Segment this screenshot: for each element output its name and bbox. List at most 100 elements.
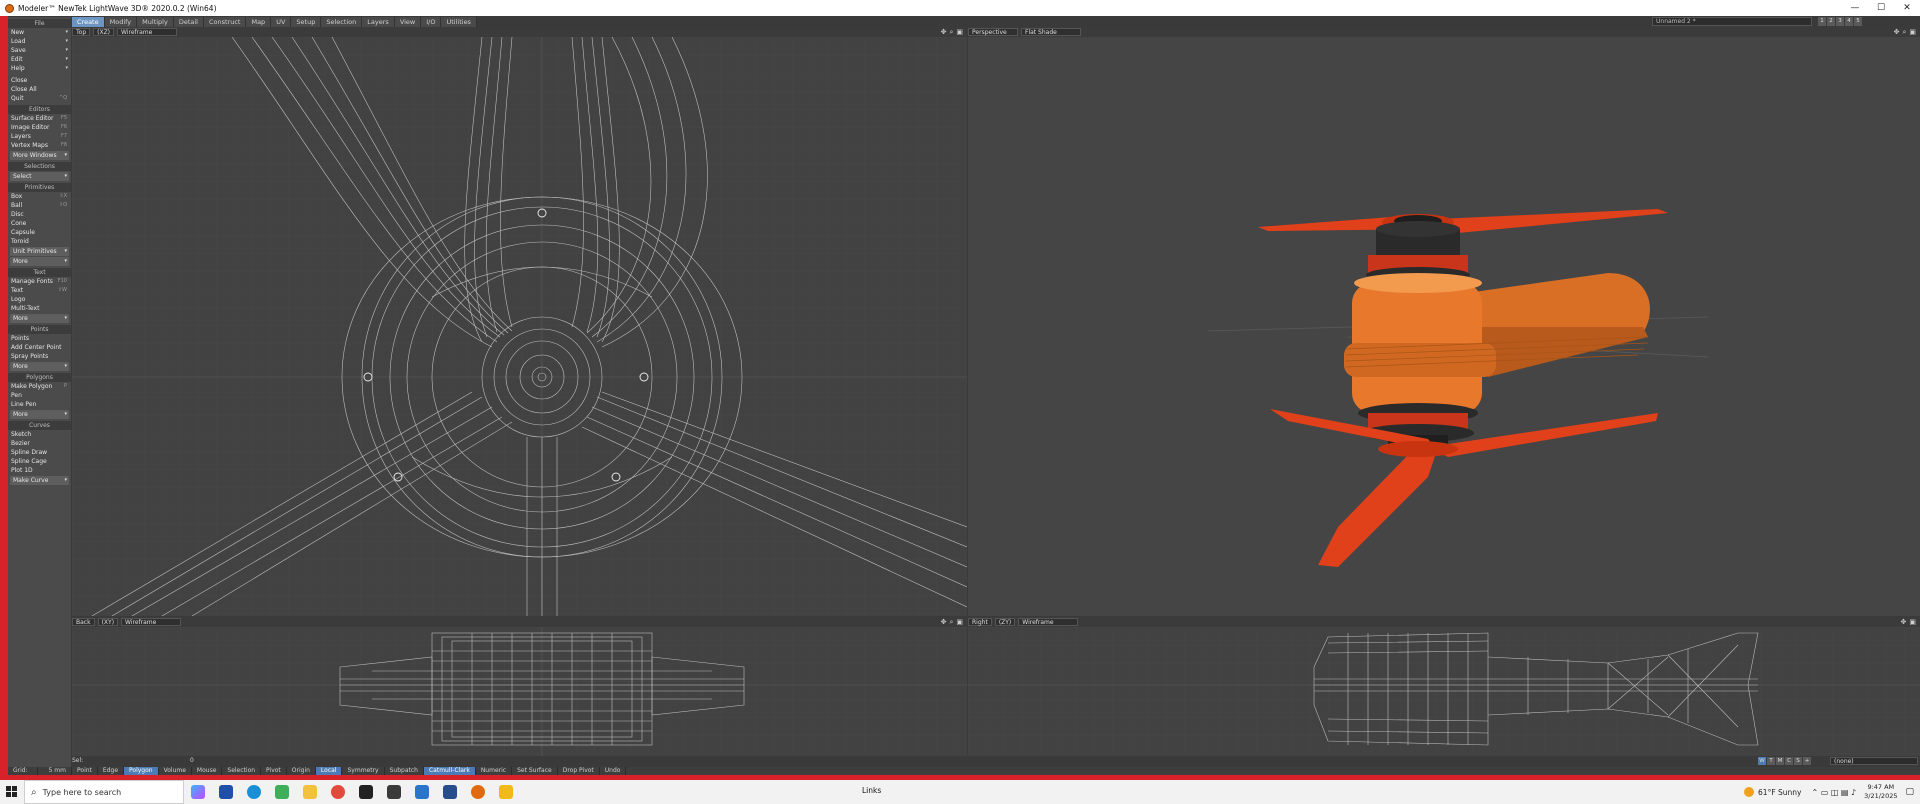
maximize-viewport-icon[interactable]: ▣ (956, 28, 963, 36)
viewport-perspective[interactable]: Perspective Flat Shade ✥ ⌕ ▣ (968, 27, 1920, 616)
view-type-select[interactable]: Right (968, 618, 992, 626)
layer-button-1[interactable]: 1 (1818, 17, 1826, 26)
start-button[interactable] (0, 780, 24, 804)
more-primitives-dropdown[interactable]: More ▾ (10, 257, 69, 266)
maximize-viewport-icon[interactable]: ▣ (1909, 28, 1916, 36)
tool-close[interactable]: Close (8, 76, 71, 85)
tool-add-center-point[interactable]: Add Center Point (8, 343, 71, 352)
tool-spline-draw[interactable]: Spline Draw (8, 448, 71, 457)
tool-layers[interactable]: Layers F7 (8, 132, 71, 141)
mode-pivot[interactable]: Pivot (261, 767, 287, 775)
tab-map[interactable]: Map (246, 17, 272, 27)
axes-select[interactable]: (XZ) (93, 28, 115, 36)
tool-edit[interactable]: Edit ▾ (8, 55, 71, 64)
layer-button-4[interactable]: 4 (1845, 17, 1853, 26)
move-view-icon[interactable]: ✥ (941, 28, 947, 36)
tool-disc[interactable]: Disc (8, 210, 71, 219)
mode-subpatch[interactable]: Subpatch (385, 767, 424, 775)
move-view-icon[interactable]: ✥ (941, 618, 947, 626)
tool-text[interactable]: Text ⇧W (8, 286, 71, 295)
mode-mouse[interactable]: Mouse (192, 767, 223, 775)
tool-spray-points[interactable]: Spray Points (8, 352, 71, 361)
edge-browser-icon[interactable] (240, 780, 268, 804)
maximize-viewport-icon[interactable]: ▣ (1909, 618, 1916, 626)
layer-button-2[interactable]: 2 (1827, 17, 1835, 26)
mode-drop-pivot[interactable]: Drop Pivot (558, 767, 600, 775)
zoom-icon[interactable]: ⌕ (1902, 28, 1906, 36)
mode-numeric[interactable]: Numeric (476, 767, 513, 775)
more-points-dropdown[interactable]: More ▾ (10, 362, 69, 371)
view-button-w[interactable]: W (1758, 757, 1766, 765)
close-button[interactable]: ✕ (1894, 0, 1920, 16)
render-mode-select[interactable]: Flat Shade (1021, 28, 1081, 36)
zoom-icon[interactable]: ⌕ (949, 618, 953, 626)
lightwave-modeler-taskbar-icon[interactable] (464, 780, 492, 804)
make-curve-dropdown[interactable]: Make Curve ▾ (10, 476, 69, 485)
tool-logo[interactable]: Logo (8, 295, 71, 304)
view-button-t[interactable]: T (1767, 757, 1775, 765)
tool-points[interactable]: Points (8, 334, 71, 343)
mode-polygon[interactable]: Polygon (124, 767, 159, 775)
more-text-dropdown[interactable]: More ▾ (10, 314, 69, 323)
more-polygons-dropdown[interactable]: More ▾ (10, 410, 69, 419)
move-view-icon[interactable]: ✥ (1894, 28, 1900, 36)
file-explorer-icon[interactable] (296, 780, 324, 804)
tool-sketch[interactable]: Sketch (8, 430, 71, 439)
view-type-select[interactable]: Top (72, 28, 91, 36)
tool-multi-text[interactable]: Multi-Text (8, 304, 71, 313)
tab-create[interactable]: Create (72, 17, 105, 27)
surface-selector[interactable]: (none) (1830, 757, 1918, 765)
tool-surface-editor[interactable]: Surface Editor F5 (8, 114, 71, 123)
app-icon-blue[interactable] (408, 780, 436, 804)
select-dropdown[interactable]: Select ▾ (10, 172, 69, 181)
viewport-canvas[interactable] (968, 37, 1920, 616)
tool-image-editor[interactable]: Image Editor F6 (8, 123, 71, 132)
viewport-canvas[interactable] (72, 627, 967, 756)
taskbar-search[interactable]: ⌕ Type here to search (24, 780, 184, 804)
tool-make-polygon[interactable]: Make Polygon P (8, 382, 71, 391)
tab-i-o[interactable]: I/O (421, 17, 442, 27)
tool-load[interactable]: Load ▾ (8, 37, 71, 46)
app-icon-yellow[interactable] (492, 780, 520, 804)
render-mode-select[interactable]: Wireframe (117, 28, 178, 36)
unity-icon[interactable] (352, 780, 380, 804)
tool-quit[interactable]: Quit ^Q (8, 94, 71, 103)
weather-text[interactable]: 61°F Sunny (1758, 788, 1801, 797)
view-button-m[interactable]: M (1776, 757, 1784, 765)
tab-view[interactable]: View (394, 17, 422, 27)
notes-app-icon[interactable] (268, 780, 296, 804)
unit-primitives-dropdown[interactable]: Unit Primitives ▾ (10, 247, 69, 256)
links-toolbar[interactable]: Links (862, 786, 881, 795)
tab-setup[interactable]: Setup (291, 17, 322, 27)
tab-construct[interactable]: Construct (203, 17, 247, 27)
tool-cone[interactable]: Cone (8, 219, 71, 228)
tab-layers[interactable]: Layers (362, 17, 395, 27)
view-button-plus[interactable]: + (1803, 757, 1811, 765)
tab-selection[interactable]: Selection (321, 17, 363, 27)
media-app-icon[interactable] (380, 780, 408, 804)
maximize-button[interactable]: ☐ (1868, 0, 1894, 16)
tool-plot-1d[interactable]: Plot 1D (8, 466, 71, 475)
notification-icon[interactable]: ▢ (1905, 787, 1914, 797)
tool-manage-fonts[interactable]: Manage Fonts F10 (8, 277, 71, 286)
tab-detail[interactable]: Detail (173, 17, 204, 27)
tool-line-pen[interactable]: Line Pen (8, 400, 71, 409)
tab-utilities[interactable]: Utilities (441, 17, 477, 27)
view-button-s[interactable]: S (1794, 757, 1802, 765)
mode-selection[interactable]: Selection (222, 767, 262, 775)
viewport-canvas[interactable] (72, 37, 967, 616)
tool-spline-cage[interactable]: Spline Cage (8, 457, 71, 466)
more-windows-dropdown[interactable]: More Windows ▾ (10, 151, 69, 160)
mode-set-surface[interactable]: Set Surface (512, 767, 558, 775)
view-button-c[interactable]: C (1785, 757, 1793, 765)
move-view-icon[interactable]: ✥ (1901, 618, 1907, 626)
mode-edge[interactable]: Edge (98, 767, 125, 775)
clock[interactable]: 9:47 AM 3/21/2025 (1864, 783, 1897, 801)
viewport-right[interactable]: Right (ZY) Wireframe ✥ ▣ (968, 617, 1920, 756)
mode-undo[interactable]: Undo (600, 767, 627, 775)
tab-modify[interactable]: Modify (104, 17, 138, 27)
tab-multiply[interactable]: Multiply (137, 17, 174, 27)
tool-capsule[interactable]: Capsule (8, 228, 71, 237)
app-icon-navy[interactable] (436, 780, 464, 804)
tool-new[interactable]: New ▾ (8, 28, 71, 37)
